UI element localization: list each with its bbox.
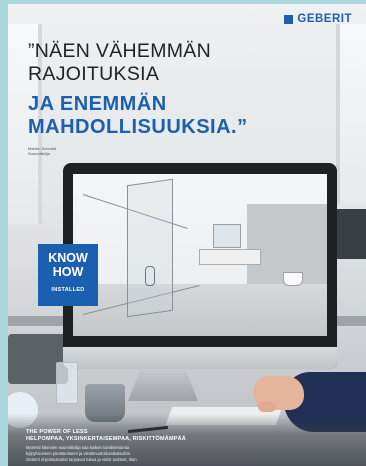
- monitor-screen: [73, 174, 327, 336]
- bottom-heading-2: HELPOMPAA, YKSINKERTAISEMPAA, RISKITTÖMÄ…: [26, 436, 186, 442]
- monitor-chin: [63, 347, 337, 369]
- badge-line-3: INSTALLED: [51, 287, 85, 293]
- screen-shower-glass: [127, 178, 173, 318]
- body-line: Geberit ohjeistustustot tarjoavat tukea …: [26, 457, 137, 462]
- background-window-right: [336, 24, 366, 204]
- logo-text: GEBERIT: [297, 13, 352, 25]
- screen-shower-icon: [145, 266, 155, 286]
- computer-monitor: [63, 163, 337, 369]
- attribution: Marten Schmidt Suunnittelija: [28, 146, 56, 156]
- background-monitor: [336, 209, 366, 259]
- screen-floor: [73, 284, 327, 336]
- headline-line-3: JA ENEMMÄN: [28, 93, 167, 115]
- person-finger: [258, 402, 276, 412]
- badge-line-2: HOW: [52, 265, 84, 279]
- logo-mark-icon: [284, 14, 294, 24]
- advertisement: GEBERIT ”NÄEN VÄHEMMÄN RAJOITUKSIA JA EN…: [8, 4, 366, 466]
- drinking-glass: [56, 362, 78, 404]
- screen-wc-icon: [283, 272, 303, 286]
- headline-line-4: MAHDOLLISUUKSIA.”: [28, 116, 248, 138]
- geberit-logo: GEBERIT: [284, 13, 352, 25]
- headline-line-1: ”NÄEN VÄHEMMÄN: [28, 40, 211, 62]
- attribution-role: Suunnittelija: [28, 151, 50, 156]
- screen-vanity: [199, 249, 261, 265]
- badge-line-1: KNOW: [48, 251, 88, 265]
- screen-mirror: [213, 224, 241, 248]
- bottom-body-text: Monesti kätevien suunnittelija saa kaike…: [26, 445, 226, 463]
- bottom-heading-1: THE POWER OF LESS: [26, 429, 88, 435]
- monitor-stand: [128, 369, 198, 401]
- headline-line-2: RAJOITUKSIA: [28, 63, 160, 85]
- know-how-badge: KNOW HOW INSTALLED: [38, 244, 98, 306]
